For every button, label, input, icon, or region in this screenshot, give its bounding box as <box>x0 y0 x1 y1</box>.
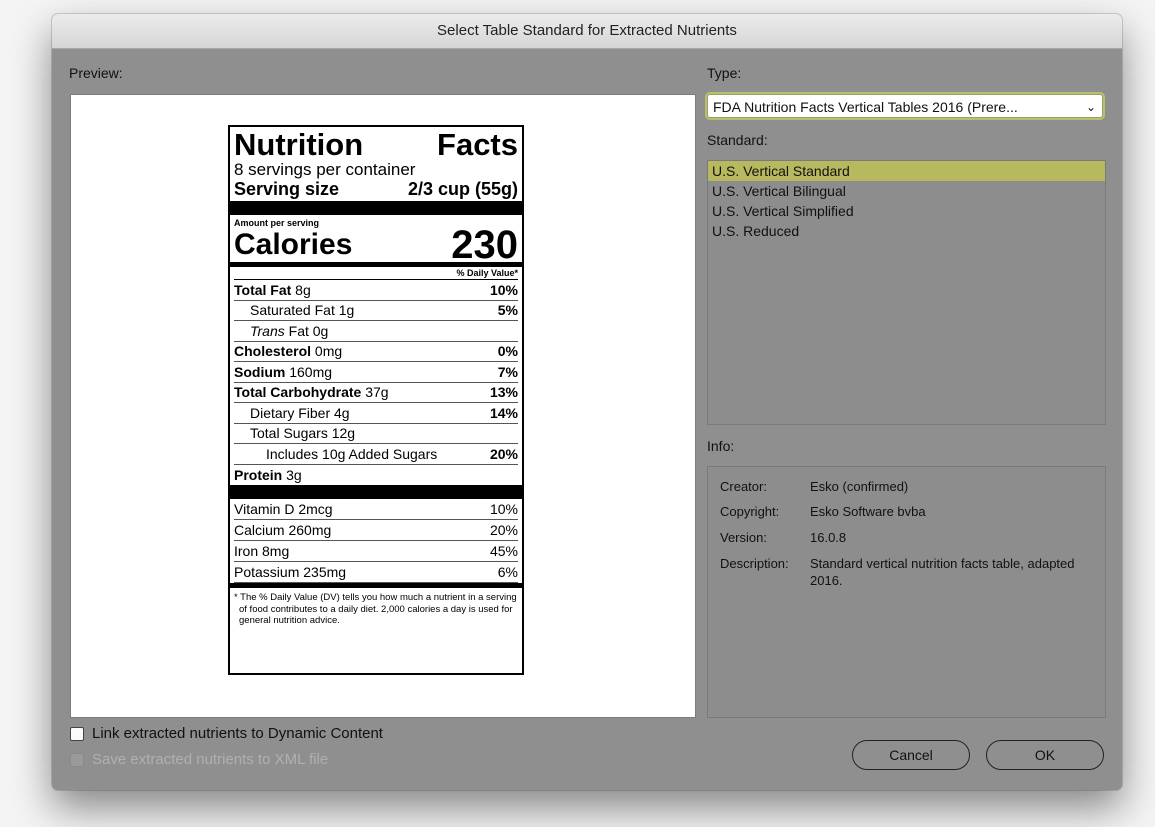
dialog: Select Table Standard for Extracted Nutr… <box>52 14 1122 790</box>
calories-label: Calories <box>234 228 353 261</box>
nutrient-row: Sodium 160mg 7% <box>234 362 518 383</box>
ok-button[interactable]: OK <box>986 740 1104 770</box>
serving-size-value: 2/3 cup (55g) <box>407 179 518 199</box>
thick-divider <box>230 201 522 215</box>
footnote: * The % Daily Value (DV) tells you how m… <box>234 592 517 626</box>
nutrition-title-right: Facts <box>437 127 518 162</box>
nutrition-title-left: Nutrition <box>234 127 364 162</box>
vitamin-row: Potassium 235mg 6% <box>234 562 518 583</box>
preview-label: Preview: <box>69 65 123 81</box>
daily-value-header: % Daily Value* <box>234 267 518 280</box>
info-description: Description: Standard vertical nutrition … <box>720 556 1075 588</box>
nutrient-row: Total Carbohydrate 37g 13% <box>234 383 518 403</box>
info-label: Info: <box>707 438 735 454</box>
vitamin-row: Iron 8mg 45% <box>234 541 518 562</box>
list-item[interactable]: U.S. Reduced <box>708 221 1105 241</box>
info-panel: Creator: Esko (confirmed) Copyright: Esko … <box>707 466 1106 718</box>
nutrient-row: Includes 10g Added Sugars 20% <box>234 444 518 465</box>
nutrient-row: Trans Fat 0g <box>234 321 518 342</box>
nutrient-row: Dietary Fiber 4g 14% <box>234 403 518 424</box>
list-item[interactable]: U.S. Vertical Standard <box>708 161 1105 181</box>
save-xml-label: Save extracted nutrients to XML file <box>92 751 329 768</box>
type-dropdown[interactable]: FDA Nutrition Facts Vertical Tables 2016… <box>707 94 1103 118</box>
calories-value: 230 <box>451 223 518 267</box>
chevron-down-icon: ⌄ <box>1085 100 1096 114</box>
thick-divider <box>230 485 522 499</box>
calories-row: Calories 230 <box>234 223 518 267</box>
list-item[interactable]: U.S. Vertical Bilingual <box>708 181 1105 201</box>
info-version: Version: 16.0.8 <box>720 530 847 545</box>
cancel-button[interactable]: Cancel <box>852 740 970 770</box>
link-dynamic-content-checkbox[interactable] <box>70 727 84 741</box>
serving-size: Serving size 2/3 cup (55g) <box>234 179 518 199</box>
nutrient-row: Total Sugars 12g <box>234 424 518 444</box>
nutrition-facts-label: Nutrition Facts 8 servings per container… <box>228 125 524 675</box>
standard-list[interactable]: U.S. Vertical Standard U.S. Vertical Bil… <box>707 160 1106 425</box>
vitamin-row: Vitamin D 2mcg 10% <box>234 499 518 520</box>
preview-pane: Nutrition Facts 8 servings per container… <box>70 94 696 718</box>
dialog-title: Select Table Standard for Extracted Nutr… <box>52 14 1122 49</box>
nutrition-title: Nutrition Facts <box>234 129 518 161</box>
nutrient-row: Total Fat 8g 10% <box>234 280 518 301</box>
info-creator: Creator: Esko (confirmed) <box>720 479 909 494</box>
save-xml-checkbox[interactable] <box>70 753 84 767</box>
info-copyright: Copyright: Esko Software bvba <box>720 504 926 519</box>
link-dynamic-content-label: Link extracted nutrients to Dynamic Cont… <box>92 725 383 742</box>
medium-divider <box>230 583 522 588</box>
nutrient-row: Saturated Fat 1g 5% <box>234 301 518 321</box>
nutrient-row: Cholesterol 0mg 0% <box>234 342 518 362</box>
standard-label: Standard: <box>707 132 768 148</box>
vitamin-row: Calcium 260mg 20% <box>234 520 518 541</box>
serving-size-label: Serving size <box>234 179 340 199</box>
servings-per-container: 8 servings per container <box>234 160 416 179</box>
type-label: Type: <box>707 65 742 81</box>
nutrient-row: Protein 3g <box>234 466 302 483</box>
list-item[interactable]: U.S. Vertical Simplified <box>708 201 1105 221</box>
type-dropdown-value: FDA Nutrition Facts Vertical Tables 2016… <box>713 99 1018 115</box>
